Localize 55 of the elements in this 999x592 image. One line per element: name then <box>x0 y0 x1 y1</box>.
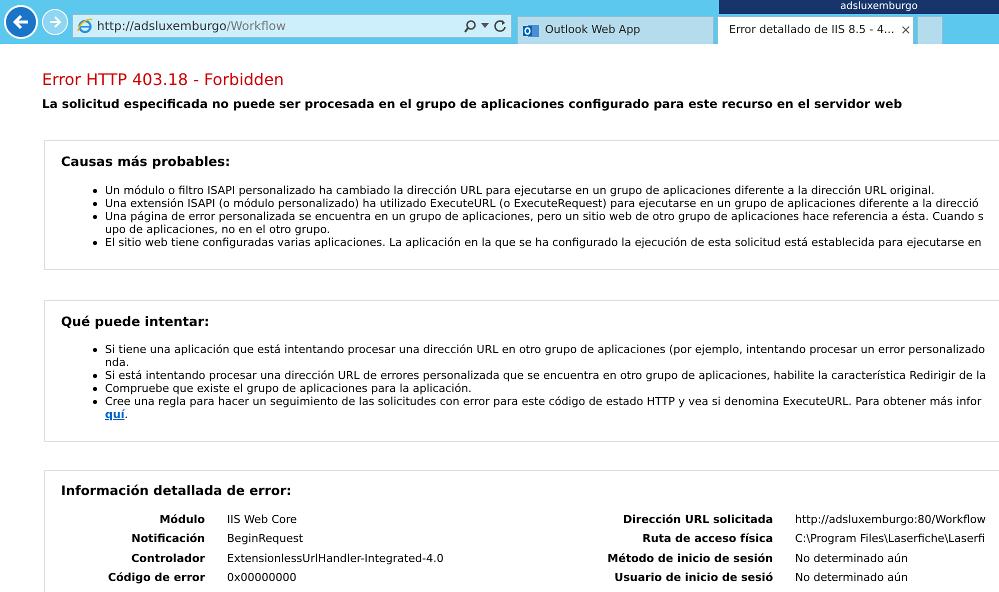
search-icon[interactable] <box>463 19 477 33</box>
detail-label: Módulo <box>158 512 205 528</box>
detail-value: No determinado aún <box>795 570 909 586</box>
bullet-icon <box>93 188 97 192</box>
list-text: Compruebe que existe el grupo de aplicaciones para la aplicación. <box>105 382 472 395</box>
dropdown-caret-icon[interactable] <box>481 23 489 29</box>
bullet-icon <box>93 374 97 378</box>
detail-label: Dirección URL solicitada <box>622 512 773 528</box>
tab-label: Error detallado de IIS 8.5 - 4... <box>729 22 894 38</box>
back-button[interactable] <box>4 5 38 39</box>
error-title: Error HTTP 403.18 - Forbidden <box>42 70 285 90</box>
section-heading: Información detallada de error: <box>61 483 293 501</box>
detail-label: Notificación <box>130 531 205 547</box>
detail-value: http://adsluxemburgo:80/Workflow <box>795 512 986 528</box>
browser-tab[interactable]: Outlook Web App <box>517 16 714 44</box>
detail-label: Código de error <box>107 570 205 586</box>
bullet-icon <box>93 214 97 218</box>
section-heading: Qué puede intentar: <box>61 314 210 332</box>
bullet-icon <box>93 202 97 206</box>
list-text: Una página de error personalizada se encuentra en un grupo de aplicaciones, pero un sitio web de otro grupo de aplicaciones hace referencia a ésta. Cuando s <box>105 210 984 222</box>
bullet-icon <box>93 348 97 352</box>
address-field[interactable]: http://adsluxemburgo/Workflow <box>72 14 512 38</box>
list-text: Si está intentando procesar una dirección URL de errores personalizada que se encuentra en otro grupo de aplicaciones, habilite la característica Redirigir de la <box>105 369 986 382</box>
bullet-icon <box>93 400 97 404</box>
list-text: upo de aplicaciones, no en el otro grupo. <box>105 222 330 236</box>
address-text: http://adsluxemburgo/Workflow <box>97 18 287 35</box>
mail-app-icon <box>523 22 539 38</box>
detail-value: BeginRequest <box>227 531 304 547</box>
user-name: adsluxemburgo <box>840 1 918 13</box>
tab-label: Outlook Web App <box>545 22 642 38</box>
right-arrow-icon <box>48 15 62 29</box>
list-text: Una extensión ISAPI (o módulo personalizado) ha utilizado ExecuteURL (o ExecuteRequest) para ejecutarse en un grupo de aplicaciones diferente a la direcció <box>105 196 979 210</box>
section-heading: Causas más probables: <box>61 154 232 172</box>
bullet-icon <box>93 387 97 391</box>
list-text: . <box>124 408 128 421</box>
detail-label: Usuario de inicio de sesió <box>613 570 773 586</box>
refresh-icon[interactable] <box>493 19 507 33</box>
detail-value: C:\Program Files\Laserfiche\Laserfi <box>795 531 986 547</box>
close-icon[interactable]: × <box>900 24 912 38</box>
detail-label: Método de inicio de sesión <box>606 550 773 566</box>
detail-label: Ruta de acceso física <box>641 531 773 547</box>
detail-value: No determinado aún <box>795 550 909 566</box>
bullet-icon <box>93 240 97 244</box>
detail-value: IIS Web Core <box>227 512 298 528</box>
left-arrow-icon <box>12 13 30 31</box>
detail-label: Controlador <box>130 550 205 566</box>
list-text: Cree una regla para hacer un seguimiento de las solicitudes con error para este código de estado HTTP y vea si denomina ExecuteURL. Para obtener más infor <box>105 395 982 408</box>
link[interactable]: quí <box>105 408 124 421</box>
browser-tab[interactable]: Error detallado de IIS 8.5 - 4... × <box>717 16 914 44</box>
error-subtitle: La solicitud especificada no puede ser procesada en el grupo de aplicaciones configurado para este recurso en el servidor web <box>42 96 904 113</box>
list-text: Un módulo o filtro ISAPI personalizado ha cambiado la dirección URL para ejecutarse en un grupo de aplicaciones diferente a la dirección URL original. <box>105 184 934 196</box>
list-text: nda. <box>105 356 130 369</box>
list-text: Si tiene una aplicación que está intentando procesar una dirección URL en otro grupo de aplicaciones (por ejemplo, intentando procesar un error personalizado <box>105 343 986 356</box>
browser-logo-icon <box>77 18 93 34</box>
list-text: El sitio web tiene configuradas varias aplicaciones. La aplicación en la que se ha configurado la ejecución de esta solicitud está establecida para ejecutarse en <box>105 236 982 248</box>
